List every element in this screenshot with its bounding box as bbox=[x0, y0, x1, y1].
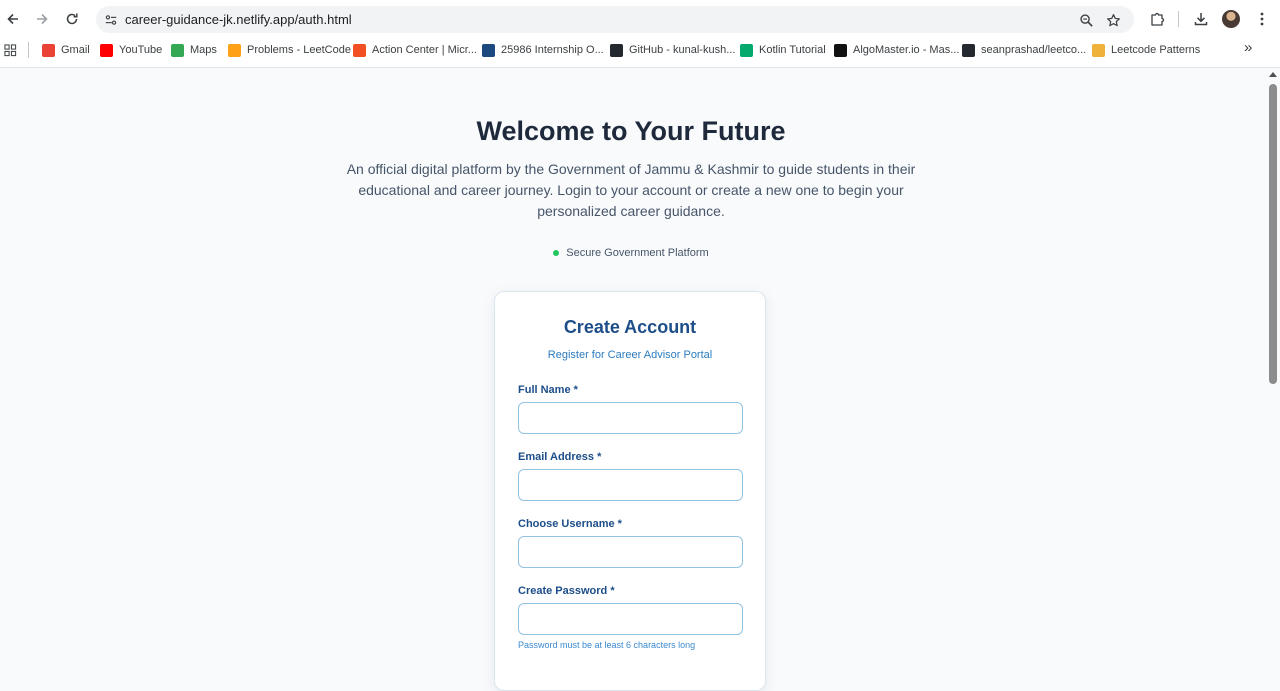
username-input[interactable] bbox=[518, 536, 743, 568]
bookmark-star-icon[interactable] bbox=[1104, 11, 1122, 29]
auth-page: Welcome to Your Future An official digit… bbox=[0, 68, 1266, 691]
bookmark-label: 25986 Internship O... bbox=[501, 44, 604, 56]
forward-icon[interactable] bbox=[31, 8, 53, 30]
zoom-icon[interactable] bbox=[1077, 11, 1095, 29]
browser-toolbar: career-guidance-jk.netlify.app/auth.html bbox=[0, 0, 1280, 38]
scroll-up-arrow[interactable] bbox=[1269, 72, 1277, 77]
bookmark-label: Kotlin Tutorial bbox=[759, 44, 826, 56]
form-title: Create Account bbox=[563, 317, 697, 337]
site-settings-icon[interactable] bbox=[102, 11, 119, 28]
secure-platform-label: Secure Government Platform bbox=[566, 247, 709, 259]
secure-platform-badge: Secure Government Platform bbox=[0, 247, 1262, 259]
email-label: Email Address * bbox=[518, 451, 602, 463]
secure-status-dot bbox=[553, 250, 560, 256]
toolbar-divider bbox=[1178, 11, 1179, 27]
email-input[interactable] bbox=[518, 469, 743, 501]
bookmark-label: GitHub - kunal-kush... bbox=[629, 44, 736, 56]
page-description: An official digital platform by the Gove… bbox=[346, 161, 916, 219]
back-icon[interactable] bbox=[2, 8, 24, 30]
address-bar[interactable]: career-guidance-jk.netlify.app/auth.html bbox=[96, 6, 1134, 33]
username-label: Choose Username * bbox=[518, 518, 622, 530]
bookmark-item[interactable]: 25986 Internship O... bbox=[482, 42, 604, 58]
bookmark-label: YouTube bbox=[119, 44, 163, 56]
bookmark-label: Action Center | Micr... bbox=[372, 44, 477, 56]
bookmark-item[interactable]: Problems - LeetCode bbox=[228, 42, 351, 58]
bookmark-label: Problems - LeetCode bbox=[247, 44, 351, 56]
create-account-form: Create Account Register for Career Advis… bbox=[494, 291, 766, 691]
youtube-icon bbox=[100, 43, 113, 57]
github-icon bbox=[962, 43, 975, 57]
bookmark-label: Leetcode Patterns bbox=[1111, 44, 1201, 56]
url-text[interactable]: career-guidance-jk.netlify.app/auth.html bbox=[125, 12, 352, 27]
bookmark-item[interactable]: Action Center | Micr... bbox=[353, 42, 477, 58]
bookmark-label: seanprashad/leetco... bbox=[981, 44, 1087, 56]
password-input[interactable] bbox=[518, 603, 743, 635]
gmail-icon bbox=[42, 43, 55, 57]
bookmark-item[interactable]: GitHub - kunal-kush... bbox=[610, 42, 735, 58]
page-scrollbar[interactable] bbox=[1266, 68, 1280, 664]
browser-chrome: career-guidance-jk.netlify.app/auth.html… bbox=[0, 0, 1280, 68]
download-icon[interactable] bbox=[1191, 9, 1211, 29]
leetcode-icon bbox=[228, 43, 241, 57]
bookmark-item[interactable]: YouTube bbox=[100, 42, 162, 58]
w3schools-icon bbox=[740, 43, 753, 57]
full-name-input[interactable] bbox=[518, 402, 743, 434]
bookmark-label: AlgoMaster.io - Mas... bbox=[853, 44, 960, 56]
bookmarks-bar: Gmail YouTube Maps Problems - LeetCode Actio… bbox=[0, 38, 1280, 62]
maps-icon bbox=[171, 43, 184, 57]
more-menu-icon[interactable] bbox=[1252, 9, 1272, 29]
form-subtitle: Register for Career Advisor Portal bbox=[547, 349, 713, 361]
github-icon bbox=[610, 43, 623, 57]
bookmark-item[interactable]: Kotlin Tutorial bbox=[740, 42, 826, 58]
extensions-icon[interactable] bbox=[1147, 9, 1167, 29]
page-title: Welcome to Your Future bbox=[476, 116, 786, 146]
leetcode-patterns-icon bbox=[1092, 43, 1105, 57]
bookmark-label: Gmail bbox=[61, 44, 90, 56]
bookmark-item[interactable]: Leetcode Patterns bbox=[1092, 42, 1200, 58]
reload-icon[interactable] bbox=[61, 8, 83, 30]
bookmarks-overflow-button[interactable]: » bbox=[1244, 39, 1252, 56]
profile-avatar[interactable] bbox=[1222, 10, 1240, 28]
password-hint: Password must be at least 6 characters l… bbox=[518, 640, 696, 650]
unstop-icon bbox=[482, 43, 495, 57]
full-name-label: Full Name * bbox=[518, 384, 578, 396]
bookmark-item[interactable]: Gmail bbox=[42, 42, 90, 58]
bookmark-label: Maps bbox=[190, 44, 217, 56]
microsoft-icon bbox=[353, 43, 366, 57]
algomaster-icon bbox=[834, 43, 847, 57]
bookmark-item[interactable]: AlgoMaster.io - Mas... bbox=[834, 42, 959, 58]
bookmarks-divider bbox=[28, 42, 29, 58]
bookmark-item[interactable]: Maps bbox=[171, 42, 217, 58]
password-label: Create Password * bbox=[518, 585, 615, 597]
bookmark-item[interactable]: seanprashad/leetco... bbox=[962, 42, 1086, 58]
scroll-thumb[interactable] bbox=[1269, 84, 1277, 384]
apps-grid-icon[interactable] bbox=[4, 42, 17, 58]
